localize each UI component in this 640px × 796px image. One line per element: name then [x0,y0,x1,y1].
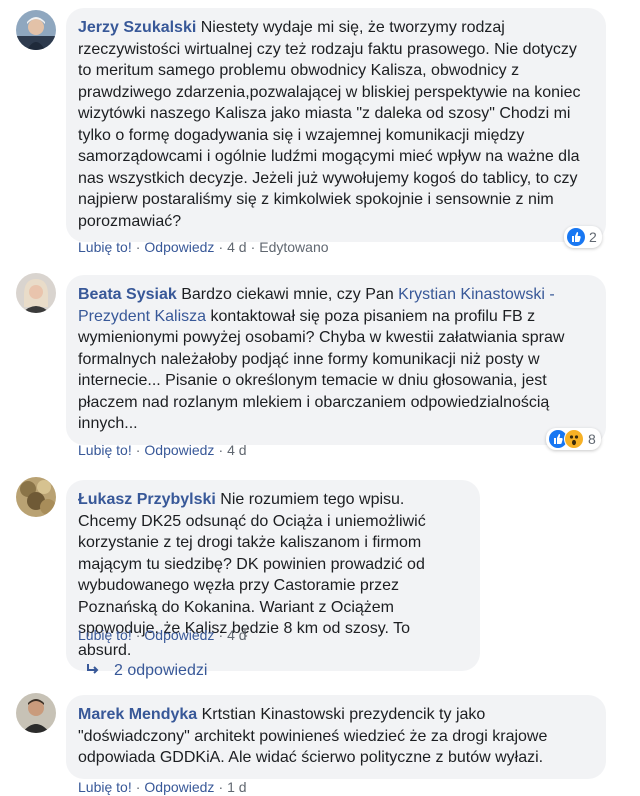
reaction-summary[interactable]: 8 [546,428,601,450]
like-link[interactable]: Lubię to! [78,239,132,255]
comment-actions: Lubię to! · Odpowiedz · 4 d · Edytowano [78,239,329,255]
comment-actions: Lubię to! · Odpowiedz · 4 d [78,627,247,643]
reaction-summary[interactable]: 2 [564,226,602,248]
comment-text: Niestety wydaje mi się, że tworzymy rodz… [78,19,581,230]
comment-author[interactable]: Łukasz Przybylski [78,491,216,508]
reply-link[interactable]: Odpowiedz [144,239,214,255]
comment-time[interactable]: 4 d [227,442,246,458]
reply-link[interactable]: Odpowiedz [144,627,214,643]
comment-author[interactable]: Beata Sysiak [78,286,177,303]
comment-actions: Lubię to! · Odpowiedz · 1 d [78,779,247,795]
reply-arrow-icon [86,662,100,680]
reaction-count: 8 [588,431,596,447]
comment-bubble: Jerzy Szukalski Niestety wydaje mi się, … [66,8,606,242]
comment-time[interactable]: 1 d [227,779,246,795]
comment-bubble: Marek Mendyka Krtstian Kinastowski prezy… [66,695,606,779]
comment-text: Bardzo ciekawi mnie, czy Pan [181,286,394,303]
reply-link[interactable]: Odpowiedz [144,442,214,458]
avatar[interactable] [16,10,56,50]
view-replies-link[interactable]: 2 odpowiedzi [86,662,207,680]
like-reaction-icon [567,228,585,246]
like-link[interactable]: Lubię to! [78,779,132,795]
like-link[interactable]: Lubię to! [78,442,132,458]
comment-author[interactable]: Jerzy Szukalski [78,19,196,36]
replies-count[interactable]: 2 odpowiedzi [114,662,207,680]
reaction-count: 2 [589,229,597,245]
wow-reaction-icon [564,429,584,449]
avatar[interactable] [16,273,56,313]
edited-label[interactable]: Edytowano [259,239,328,255]
comment-time[interactable]: 4 d [227,239,246,255]
comment-author[interactable]: Marek Mendyka [78,706,197,723]
avatar[interactable] [16,693,56,733]
comment-bubble: Beata Sysiak Bardzo ciekawi mnie, czy Pa… [66,275,606,445]
comment-text: kontaktował się poza pisaniem na profilu… [78,307,565,433]
comment-actions: Lubię to! · Odpowiedz · 4 d [78,442,247,458]
comment-time[interactable]: 4 d [227,627,246,643]
avatar[interactable] [16,477,56,517]
like-link[interactable]: Lubię to! [78,627,132,643]
reply-link[interactable]: Odpowiedz [144,779,214,795]
